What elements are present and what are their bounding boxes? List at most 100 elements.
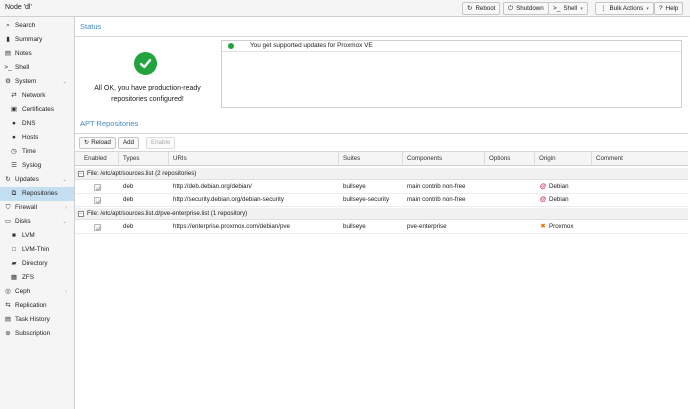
square-icon: ■ bbox=[12, 232, 16, 239]
sidebar-item-task-history[interactable]: ▤ Task History bbox=[0, 313, 74, 327]
node-toolbar: Node 'dl' ↻ Reboot ⏻ Shutdown >_ Shell ▾ ⋮ Bu… bbox=[0, 0, 690, 17]
sidebar-item-shell[interactable]: >_ Shell bbox=[0, 61, 74, 75]
list-icon: ☰ bbox=[11, 162, 17, 169]
sidebar-item-network[interactable]: ⇄ Network bbox=[0, 89, 74, 103]
ceph-icon: ◎ bbox=[5, 288, 11, 295]
sidebar-item-repositories[interactable]: ⧉ Repositories bbox=[0, 187, 74, 201]
column-types[interactable]: Types bbox=[119, 152, 169, 166]
sidebar-item-updates[interactable]: ↻ Updates ⌄ bbox=[0, 173, 74, 187]
sidebar-item-subscription[interactable]: ⊛ Subscription bbox=[0, 327, 74, 341]
node-title: Node 'dl' bbox=[5, 4, 32, 11]
square-outline-icon: □ bbox=[12, 246, 16, 253]
refresh-icon: ↻ bbox=[84, 139, 90, 146]
chevron-down-icon: ▾ bbox=[580, 6, 583, 12]
column-suites[interactable]: Suites bbox=[339, 152, 403, 166]
cell-types: deb bbox=[123, 183, 134, 190]
chevron-right-icon[interactable]: › bbox=[65, 285, 67, 299]
chevron-right-icon[interactable]: › bbox=[65, 201, 67, 215]
sidebar-item-ceph[interactable]: ◎ Ceph › bbox=[0, 285, 74, 299]
group-header[interactable]: − File: /etc/apt/sources.list (2 reposit… bbox=[75, 168, 688, 180]
cell-components: main contrib non-free bbox=[407, 196, 466, 203]
folder-icon: ▰ bbox=[11, 260, 17, 267]
book-icon: ▮ bbox=[6, 36, 10, 43]
enabled-checkbox[interactable] bbox=[94, 224, 102, 231]
debian-swirl-icon: @ bbox=[539, 196, 547, 203]
notes-icon: ▤ bbox=[4, 50, 12, 57]
collapse-icon[interactable]: − bbox=[78, 171, 84, 177]
retweet-icon: ⇆ bbox=[5, 302, 11, 309]
globe-icon: ● bbox=[12, 120, 16, 127]
table-row[interactable]: deb http://deb.debian.org/debian/ bullse… bbox=[75, 181, 688, 194]
column-origin[interactable]: Origin bbox=[535, 152, 592, 166]
sidebar-item-notes[interactable]: ▤ Notes bbox=[0, 47, 74, 61]
column-comment[interactable]: Comment bbox=[592, 152, 688, 166]
gears-icon: ⚙ bbox=[5, 78, 11, 85]
sidebar-item-disks[interactable]: ▭ Disks ⌄ bbox=[0, 215, 74, 229]
chevron-down-icon[interactable]: ⌄ bbox=[62, 75, 67, 89]
sidebar-item-directory[interactable]: ▰ Directory bbox=[0, 257, 74, 271]
node-sidebar: ⌕ Search ▮ Summary ▤ Notes >_ Shell ⚙ System ⌄… bbox=[0, 17, 75, 409]
cell-suite: bullseye bbox=[343, 183, 366, 190]
certificate-icon: ▣ bbox=[10, 106, 18, 113]
sidebar-item-firewall[interactable]: ⛉ Firewall › bbox=[0, 201, 74, 215]
power-icon: ⏻ bbox=[508, 5, 514, 12]
help-button[interactable]: ? Help bbox=[654, 2, 684, 15]
enable-button[interactable]: Enable bbox=[146, 137, 176, 149]
repository-icon: ⧉ bbox=[11, 190, 17, 197]
bulk-actions-button[interactable]: ⋮ Bulk Actions ▾ bbox=[595, 2, 654, 15]
add-button[interactable]: Add bbox=[118, 137, 140, 149]
repositories-toolbar: ↻ Reload Add Enable bbox=[75, 134, 688, 151]
grid-icon: ▦ bbox=[10, 274, 18, 281]
collapse-icon[interactable]: − bbox=[78, 211, 84, 217]
cell-uri: http://deb.debian.org/debian/ bbox=[173, 183, 252, 190]
shell-button[interactable]: >_ Shell ▾ bbox=[548, 2, 588, 15]
cell-components: pve-enterprise bbox=[407, 223, 447, 230]
check-circle-icon bbox=[228, 43, 234, 49]
sidebar-item-syslog[interactable]: ☰ Syslog bbox=[0, 159, 74, 173]
shield-icon: ⛉ bbox=[5, 204, 11, 211]
chevron-down-icon[interactable]: ⌄ bbox=[62, 173, 67, 187]
debian-swirl-icon: @ bbox=[539, 183, 547, 190]
reboot-button[interactable]: ↻ Reboot bbox=[462, 2, 501, 15]
table-row[interactable]: deb https://enterprise.proxmox.com/debia… bbox=[75, 221, 688, 234]
sidebar-item-lvm[interactable]: ■ LVM bbox=[0, 229, 74, 243]
cell-origin: @ Debian bbox=[539, 181, 569, 193]
check-circle-icon bbox=[134, 52, 157, 75]
table-row[interactable]: deb http://security.debian.org/debian-se… bbox=[75, 194, 688, 207]
status-message-list: You get supported updates for Proxmox VE bbox=[221, 40, 682, 108]
sidebar-item-dns[interactable]: ● DNS bbox=[0, 117, 74, 131]
shutdown-button[interactable]: ⏻ Shutdown bbox=[503, 2, 549, 15]
sidebar-item-hosts[interactable]: ● Hosts bbox=[0, 131, 74, 145]
clock-icon: ◷ bbox=[11, 148, 17, 155]
enabled-checkbox[interactable] bbox=[94, 184, 102, 191]
cell-origin: ✖ Proxmox bbox=[539, 221, 573, 233]
status-message: All OK, you have production-ready reposi… bbox=[94, 85, 201, 103]
sidebar-item-search[interactable]: ⌕ Search bbox=[0, 19, 74, 33]
apt-repositories-header: APT Repositories bbox=[75, 114, 688, 134]
terminal-icon: >_ bbox=[553, 5, 561, 12]
column-enabled[interactable]: Enabled bbox=[80, 152, 119, 166]
column-components[interactable]: Components bbox=[403, 152, 485, 166]
sidebar-item-system[interactable]: ⚙ System ⌄ bbox=[0, 75, 74, 89]
enabled-checkbox[interactable] bbox=[94, 197, 102, 204]
proxmox-icon: ✖ bbox=[540, 223, 546, 230]
reload-button[interactable]: ↻ Reload bbox=[79, 137, 116, 149]
hdd-icon: ▭ bbox=[4, 218, 12, 225]
ellipsis-icon: ⋮ bbox=[600, 5, 607, 12]
cell-components: main contrib non-free bbox=[407, 183, 466, 190]
help-icon: ? bbox=[659, 5, 663, 12]
column-uris[interactable]: URIs bbox=[169, 152, 339, 166]
sidebar-item-summary[interactable]: ▮ Summary bbox=[0, 33, 74, 47]
sidebar-item-certificates[interactable]: ▣ Certificates bbox=[0, 103, 74, 117]
sidebar-item-replication[interactable]: ⇆ Replication bbox=[0, 299, 74, 313]
refresh-icon: ↻ bbox=[5, 176, 11, 183]
sidebar-item-time[interactable]: ◷ Time bbox=[0, 145, 74, 159]
sidebar-item-lvm-thin[interactable]: □ LVM-Thin bbox=[0, 243, 74, 257]
chevron-down-icon[interactable]: ⌄ bbox=[62, 215, 67, 229]
sidebar-item-zfs[interactable]: ▦ ZFS bbox=[0, 271, 74, 285]
grid-header: Enabled Types URIs Suites Components Opt… bbox=[75, 151, 688, 166]
group-header[interactable]: − File: /etc/apt/sources.list.d/pve-ente… bbox=[75, 208, 688, 220]
globe-icon: ● bbox=[12, 134, 16, 141]
cell-uri: https://enterprise.proxmox.com/debian/pv… bbox=[173, 223, 290, 230]
column-options[interactable]: Options bbox=[485, 152, 535, 166]
